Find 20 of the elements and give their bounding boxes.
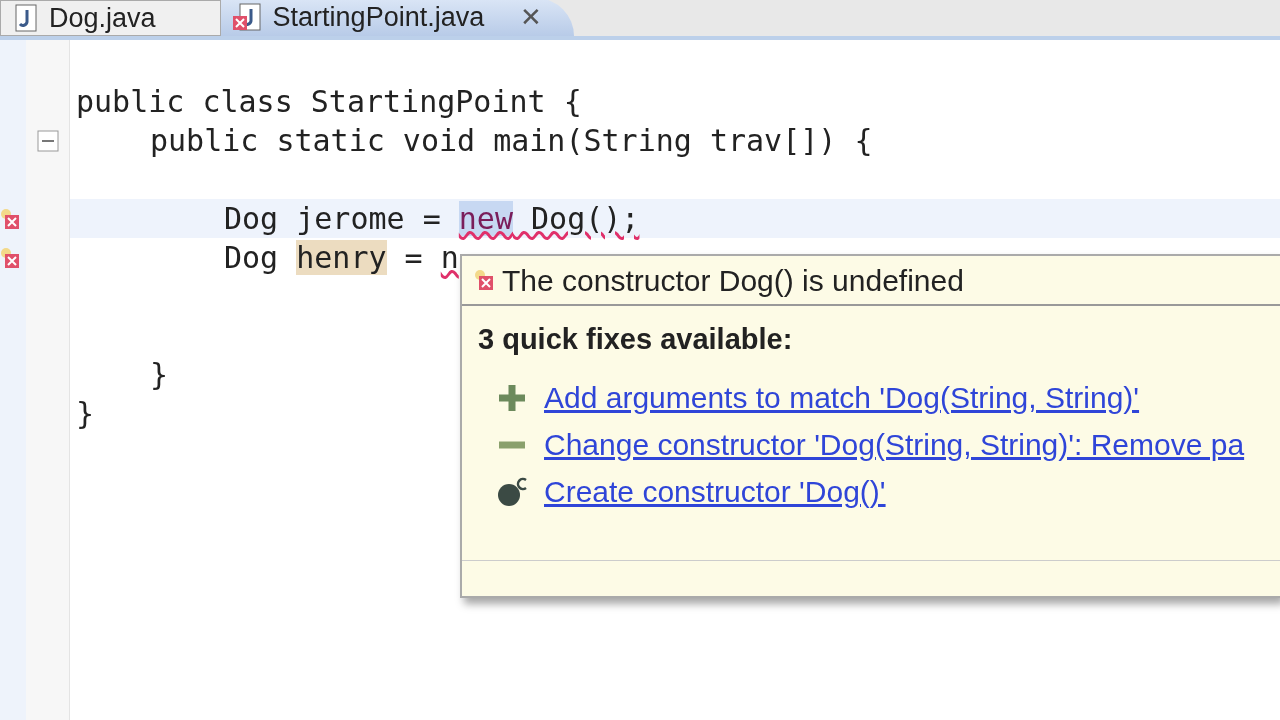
error-message: The constructor Dog() is undefined (502, 262, 964, 299)
quick-fix-link[interactable]: Add arguments to match 'Dog(String, String)' (544, 375, 1140, 420)
code-line: Dog henry = n (224, 239, 459, 277)
collapse-icon[interactable] (36, 129, 59, 152)
file-tab[interactable]: StartingPoint.java ✕ (220, 0, 575, 36)
code-line: Dog jerome = new Dog(); (224, 200, 640, 238)
quick-fix-link[interactable]: Change constructor 'Dog(String, String)': Remove pa (544, 422, 1245, 467)
quick-fix-heading: 3 quick fixes available: (477, 322, 794, 357)
code-line: public static void main(String trav[]) { (150, 122, 873, 160)
constructor-icon (496, 475, 528, 508)
minus-icon (496, 440, 528, 449)
quick-fix-link[interactable]: Create constructor 'Dog()' (544, 469, 886, 514)
code-line: public class StartingPoint { (76, 83, 582, 121)
error-marker-icon (0, 246, 20, 269)
code-line: } (150, 356, 169, 394)
error-marker-icon (0, 207, 20, 230)
code-line: } (76, 395, 95, 433)
error-icon (474, 269, 494, 291)
file-tab[interactable]: Dog.java (0, 0, 221, 36)
close-icon[interactable]: ✕ (520, 0, 543, 37)
